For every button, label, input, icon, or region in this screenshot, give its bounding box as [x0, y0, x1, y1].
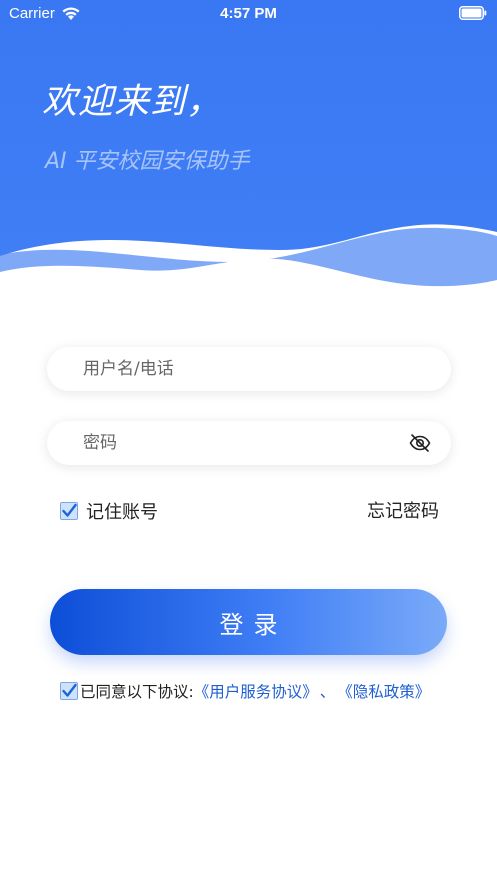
status-bar: Carrier 4:57 PM: [0, 0, 497, 30]
agreement-separator: 、: [319, 683, 336, 701]
eye-off-icon[interactable]: [409, 433, 431, 453]
agreement-prefix: 已同意以下协议:: [80, 683, 194, 701]
remember-label: 记住账号: [86, 502, 158, 523]
remember-checkbox[interactable]: [60, 502, 78, 520]
header-banner: Carrier 4:57 PM 欢迎来到， AI 平安校园安保助手: [0, 0, 497, 300]
username-input[interactable]: [81, 358, 385, 380]
agreement-row: 已同意以下协议: 《用户服务协议》 、 《隐私政策》: [60, 680, 430, 702]
privacy-policy-link[interactable]: 《隐私政策》: [337, 680, 430, 702]
forgot-password-link[interactable]: 忘记密码: [367, 497, 439, 523]
login-screen: Carrier 4:57 PM 欢迎来到， AI 平安校园安保助手 用户名/电话…: [0, 0, 497, 883]
battery-icon: [459, 6, 487, 20]
user-agreement-link[interactable]: 《用户服务协议》: [194, 680, 318, 702]
checkbox-checked-icon: [60, 682, 78, 700]
agreement-checkbox[interactable]: [60, 682, 78, 700]
password-input[interactable]: [81, 432, 385, 454]
status-time: 4:57 PM: [220, 5, 277, 22]
login-button[interactable]: 登录: [50, 589, 447, 655]
welcome-subtitle: AI 平安校园安保助手: [45, 149, 250, 174]
password-field: [47, 421, 451, 465]
checkbox-checked-icon: [60, 502, 78, 520]
welcome-title: 欢迎来到，: [42, 82, 223, 122]
remember-account-toggle[interactable]: 记住账号: [60, 498, 158, 524]
username-field: [47, 347, 451, 391]
